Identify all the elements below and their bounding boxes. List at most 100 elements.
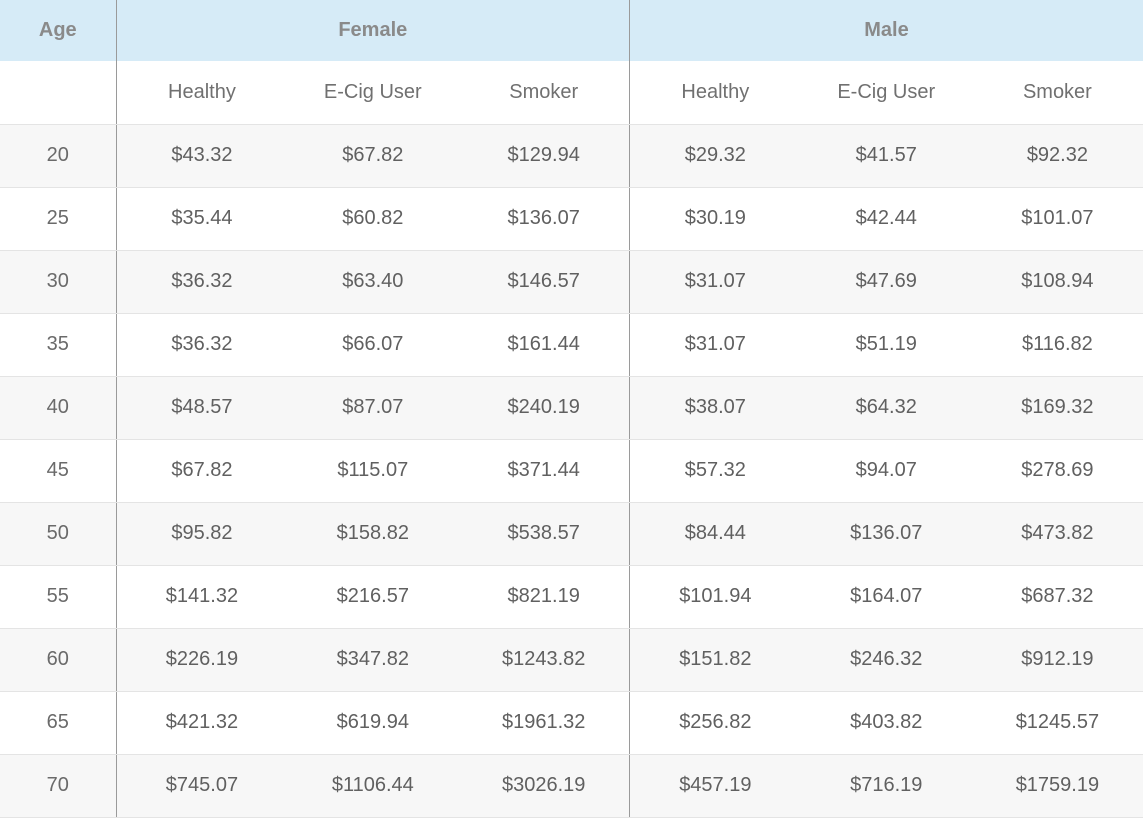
table-body: 20 $43.32 $67.82 $129.94 $29.32 $41.57 $92.32 2… (0, 124, 1143, 818)
female-healthy-cell: $226.19 (115, 628, 288, 692)
male-smoker-cell: $92.32 (971, 124, 1143, 188)
male-ecig-cell: $47.69 (800, 250, 972, 314)
male-smoker-cell: $278.69 (971, 439, 1143, 503)
age-cell: 25 (0, 187, 117, 251)
subheader-age-blank (0, 61, 117, 125)
female-smoker-cell: $3026.19 (458, 754, 630, 818)
female-healthy-cell: $95.82 (115, 502, 288, 566)
table-row: 25 $35.44 $60.82 $136.07 $30.19 $42.44 $101.07 (0, 187, 1143, 251)
male-ecig-cell: $51.19 (800, 313, 972, 377)
female-healthy-cell: $35.44 (115, 187, 288, 251)
age-cell: 20 (0, 124, 117, 188)
male-healthy-cell: $31.07 (629, 250, 801, 314)
male-smoker-cell: $687.32 (971, 565, 1143, 629)
female-ecig-cell: $347.82 (287, 628, 459, 692)
male-smoker-cell: $473.82 (971, 502, 1143, 566)
age-header: Age (0, 0, 117, 61)
male-ecig-cell: $246.32 (800, 628, 972, 692)
table-row: 20 $43.32 $67.82 $129.94 $29.32 $41.57 $92.32 (0, 124, 1143, 188)
male-healthy-cell: $84.44 (629, 502, 801, 566)
male-healthy-cell: $101.94 (629, 565, 801, 629)
age-cell: 40 (0, 376, 117, 440)
female-smoker-cell: $821.19 (458, 565, 630, 629)
table-row: 30 $36.32 $63.40 $146.57 $31.07 $47.69 $108.94 (0, 250, 1143, 314)
male-ecig-cell: $64.32 (800, 376, 972, 440)
female-healthy-cell: $48.57 (115, 376, 288, 440)
subheader-female-smoker: Smoker (458, 61, 630, 125)
male-ecig-cell: $136.07 (800, 502, 972, 566)
female-smoker-cell: $1243.82 (458, 628, 630, 692)
age-cell: 55 (0, 565, 117, 629)
female-healthy-cell: $745.07 (115, 754, 288, 818)
female-ecig-cell: $87.07 (287, 376, 459, 440)
group-header-row: Age Female Male (0, 0, 1143, 61)
table-row: 60 $226.19 $347.82 $1243.82 $151.82 $246.32 $9… (0, 628, 1143, 692)
male-smoker-cell: $116.82 (971, 313, 1143, 377)
table-row: 70 $745.07 $1106.44 $3026.19 $457.19 $716.19 $… (0, 754, 1143, 818)
age-cell: 35 (0, 313, 117, 377)
male-healthy-cell: $29.32 (629, 124, 801, 188)
male-healthy-cell: $57.32 (629, 439, 801, 503)
male-ecig-cell: $42.44 (800, 187, 972, 251)
male-healthy-cell: $30.19 (629, 187, 801, 251)
female-healthy-cell: $36.32 (115, 250, 288, 314)
female-healthy-cell: $141.32 (115, 565, 288, 629)
female-ecig-cell: $1106.44 (287, 754, 459, 818)
subheader-female-ecig: E-Cig User (287, 61, 459, 125)
age-cell: 30 (0, 250, 117, 314)
male-healthy-cell: $256.82 (629, 691, 801, 755)
male-smoker-cell: $1245.57 (971, 691, 1143, 755)
female-healthy-cell: $421.32 (115, 691, 288, 755)
male-healthy-cell: $38.07 (629, 376, 801, 440)
female-ecig-cell: $158.82 (287, 502, 459, 566)
male-smoker-cell: $101.07 (971, 187, 1143, 251)
male-ecig-cell: $403.82 (800, 691, 972, 755)
female-ecig-cell: $66.07 (287, 313, 459, 377)
female-smoker-cell: $371.44 (458, 439, 630, 503)
female-healthy-cell: $67.82 (115, 439, 288, 503)
subheader-female-healthy: Healthy (115, 61, 288, 125)
female-group-header: Female (115, 0, 630, 61)
female-ecig-cell: $60.82 (287, 187, 459, 251)
table-row: 45 $67.82 $115.07 $371.44 $57.32 $94.07 $278.6… (0, 439, 1143, 503)
female-smoker-cell: $240.19 (458, 376, 630, 440)
male-healthy-cell: $457.19 (629, 754, 801, 818)
male-smoker-cell: $169.32 (971, 376, 1143, 440)
female-ecig-cell: $216.57 (287, 565, 459, 629)
male-smoker-cell: $912.19 (971, 628, 1143, 692)
male-smoker-cell: $108.94 (971, 250, 1143, 314)
male-smoker-cell: $1759.19 (971, 754, 1143, 818)
table-row: 55 $141.32 $216.57 $821.19 $101.94 $164.07 $68… (0, 565, 1143, 629)
subheader-male-healthy: Healthy (629, 61, 801, 125)
female-ecig-cell: $63.40 (287, 250, 459, 314)
female-smoker-cell: $129.94 (458, 124, 630, 188)
age-cell: 50 (0, 502, 117, 566)
table-row: 65 $421.32 $619.94 $1961.32 $256.82 $403.82 $1… (0, 691, 1143, 755)
female-smoker-cell: $161.44 (458, 313, 630, 377)
table-row: 40 $48.57 $87.07 $240.19 $38.07 $64.32 $169.32 (0, 376, 1143, 440)
table-row: 50 $95.82 $158.82 $538.57 $84.44 $136.07 $473.… (0, 502, 1143, 566)
female-smoker-cell: $538.57 (458, 502, 630, 566)
male-group-header: Male (629, 0, 1143, 61)
age-cell: 65 (0, 691, 117, 755)
age-cell: 70 (0, 754, 117, 818)
age-cell: 45 (0, 439, 117, 503)
female-healthy-cell: $43.32 (115, 124, 288, 188)
female-smoker-cell: $146.57 (458, 250, 630, 314)
female-healthy-cell: $36.32 (115, 313, 288, 377)
female-smoker-cell: $1961.32 (458, 691, 630, 755)
male-ecig-cell: $41.57 (800, 124, 972, 188)
male-ecig-cell: $716.19 (800, 754, 972, 818)
female-ecig-cell: $115.07 (287, 439, 459, 503)
subheader-male-smoker: Smoker (971, 61, 1143, 125)
male-ecig-cell: $164.07 (800, 565, 972, 629)
male-healthy-cell: $151.82 (629, 628, 801, 692)
subheader-male-ecig: E-Cig User (800, 61, 972, 125)
age-cell: 60 (0, 628, 117, 692)
female-ecig-cell: $67.82 (287, 124, 459, 188)
male-ecig-cell: $94.07 (800, 439, 972, 503)
male-healthy-cell: $31.07 (629, 313, 801, 377)
rates-table: Age Female Male Healthy E-Cig User Smoke… (0, 0, 1143, 818)
subheader-row: Healthy E-Cig User Smoker Healthy E-Cig … (0, 61, 1143, 125)
female-smoker-cell: $136.07 (458, 187, 630, 251)
